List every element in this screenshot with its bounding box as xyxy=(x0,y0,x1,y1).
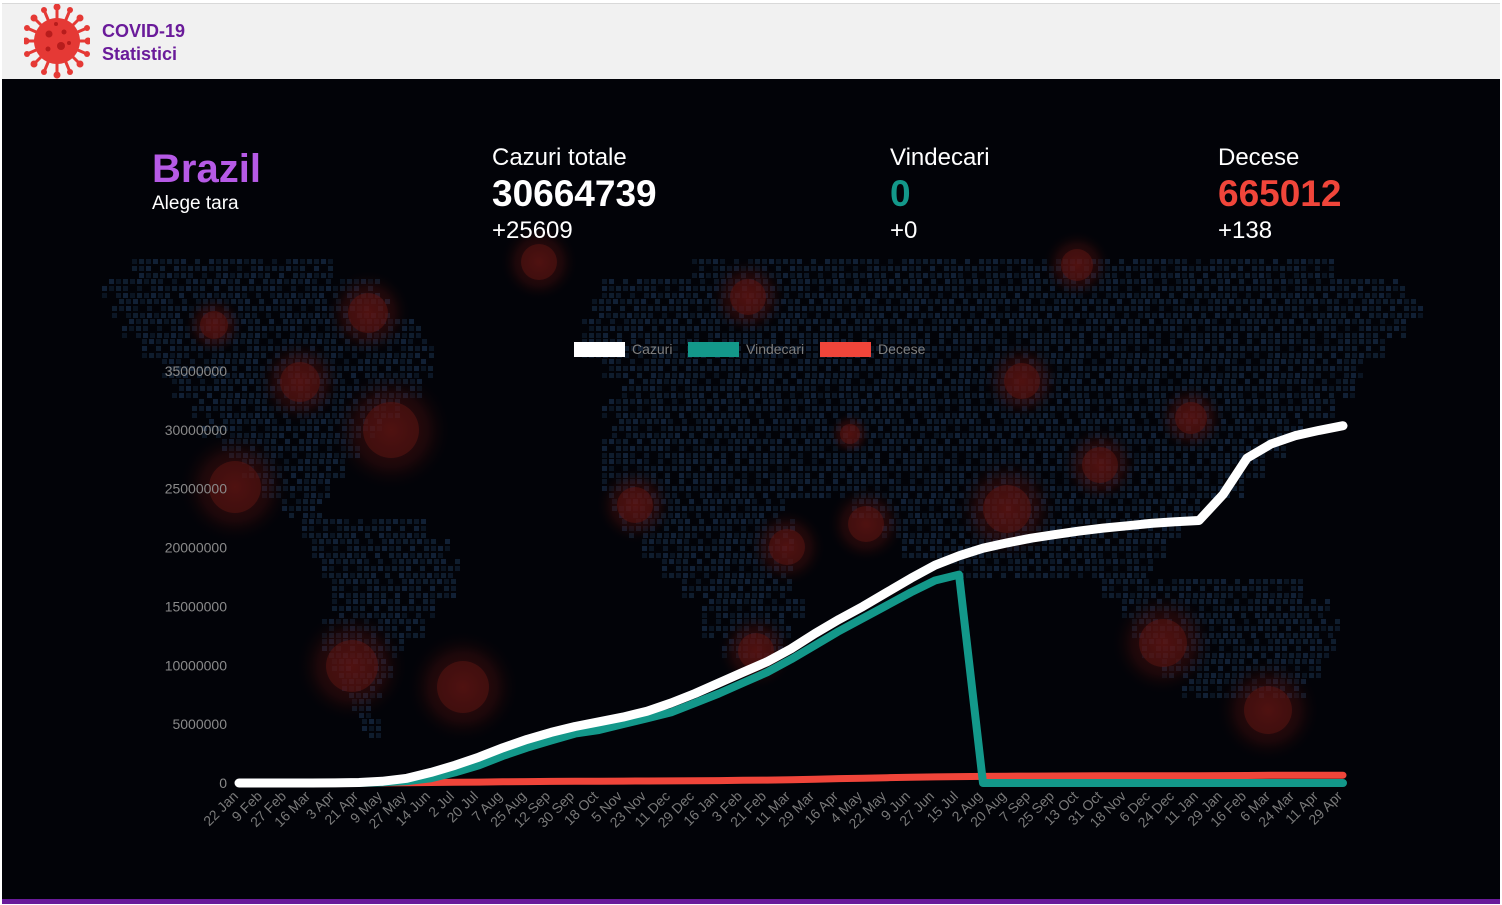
brand-line2: Statistici xyxy=(102,44,178,64)
y-tick-label: 25000000 xyxy=(165,481,228,497)
y-tick-label: 15000000 xyxy=(165,598,228,614)
x-axis: 22 Jan9 Feb27 Feb16 Mar3 Apr21 Apr9 May2… xyxy=(200,788,1345,832)
series-line-cazuri xyxy=(234,421,1348,788)
legend-swatch xyxy=(688,342,739,357)
y-tick-label: 10000000 xyxy=(165,657,228,673)
bottom-accent-bar xyxy=(2,899,1500,904)
legend-label: Vindecari xyxy=(746,341,804,357)
legend-swatch xyxy=(574,342,625,357)
virus-icon[interactable] xyxy=(24,4,90,79)
y-tick-label: 30000000 xyxy=(165,422,228,438)
legend-swatch xyxy=(820,342,871,357)
y-tick-label: 35000000 xyxy=(165,363,228,379)
series-line-vindecari xyxy=(235,570,1347,787)
y-tick-label: 0 xyxy=(219,775,227,791)
legend-label: Cazuri xyxy=(632,341,672,357)
legend-label: Decese xyxy=(878,341,926,357)
brand-line1: COVID-19 xyxy=(102,21,186,41)
app-frame: COVID-19 Statistici Brazil Alege tara Ca… xyxy=(2,3,1500,904)
header: COVID-19 Statistici xyxy=(2,4,1500,79)
cases-line-chart: 0 5000000 10000000 15000000 20000000 25000000… xyxy=(165,341,1348,832)
main-panel: Brazil Alege tara Cazuri totale 30664739… xyxy=(2,79,1500,899)
brand-title: COVID-19 Statistici xyxy=(102,20,185,66)
y-axis: 0 5000000 10000000 15000000 20000000 25000000… xyxy=(165,363,228,791)
y-tick-label: 5000000 xyxy=(172,716,227,732)
y-tick-label: 20000000 xyxy=(165,540,228,556)
chart-legend: Cazuri Vindecari Decese xyxy=(574,341,926,357)
